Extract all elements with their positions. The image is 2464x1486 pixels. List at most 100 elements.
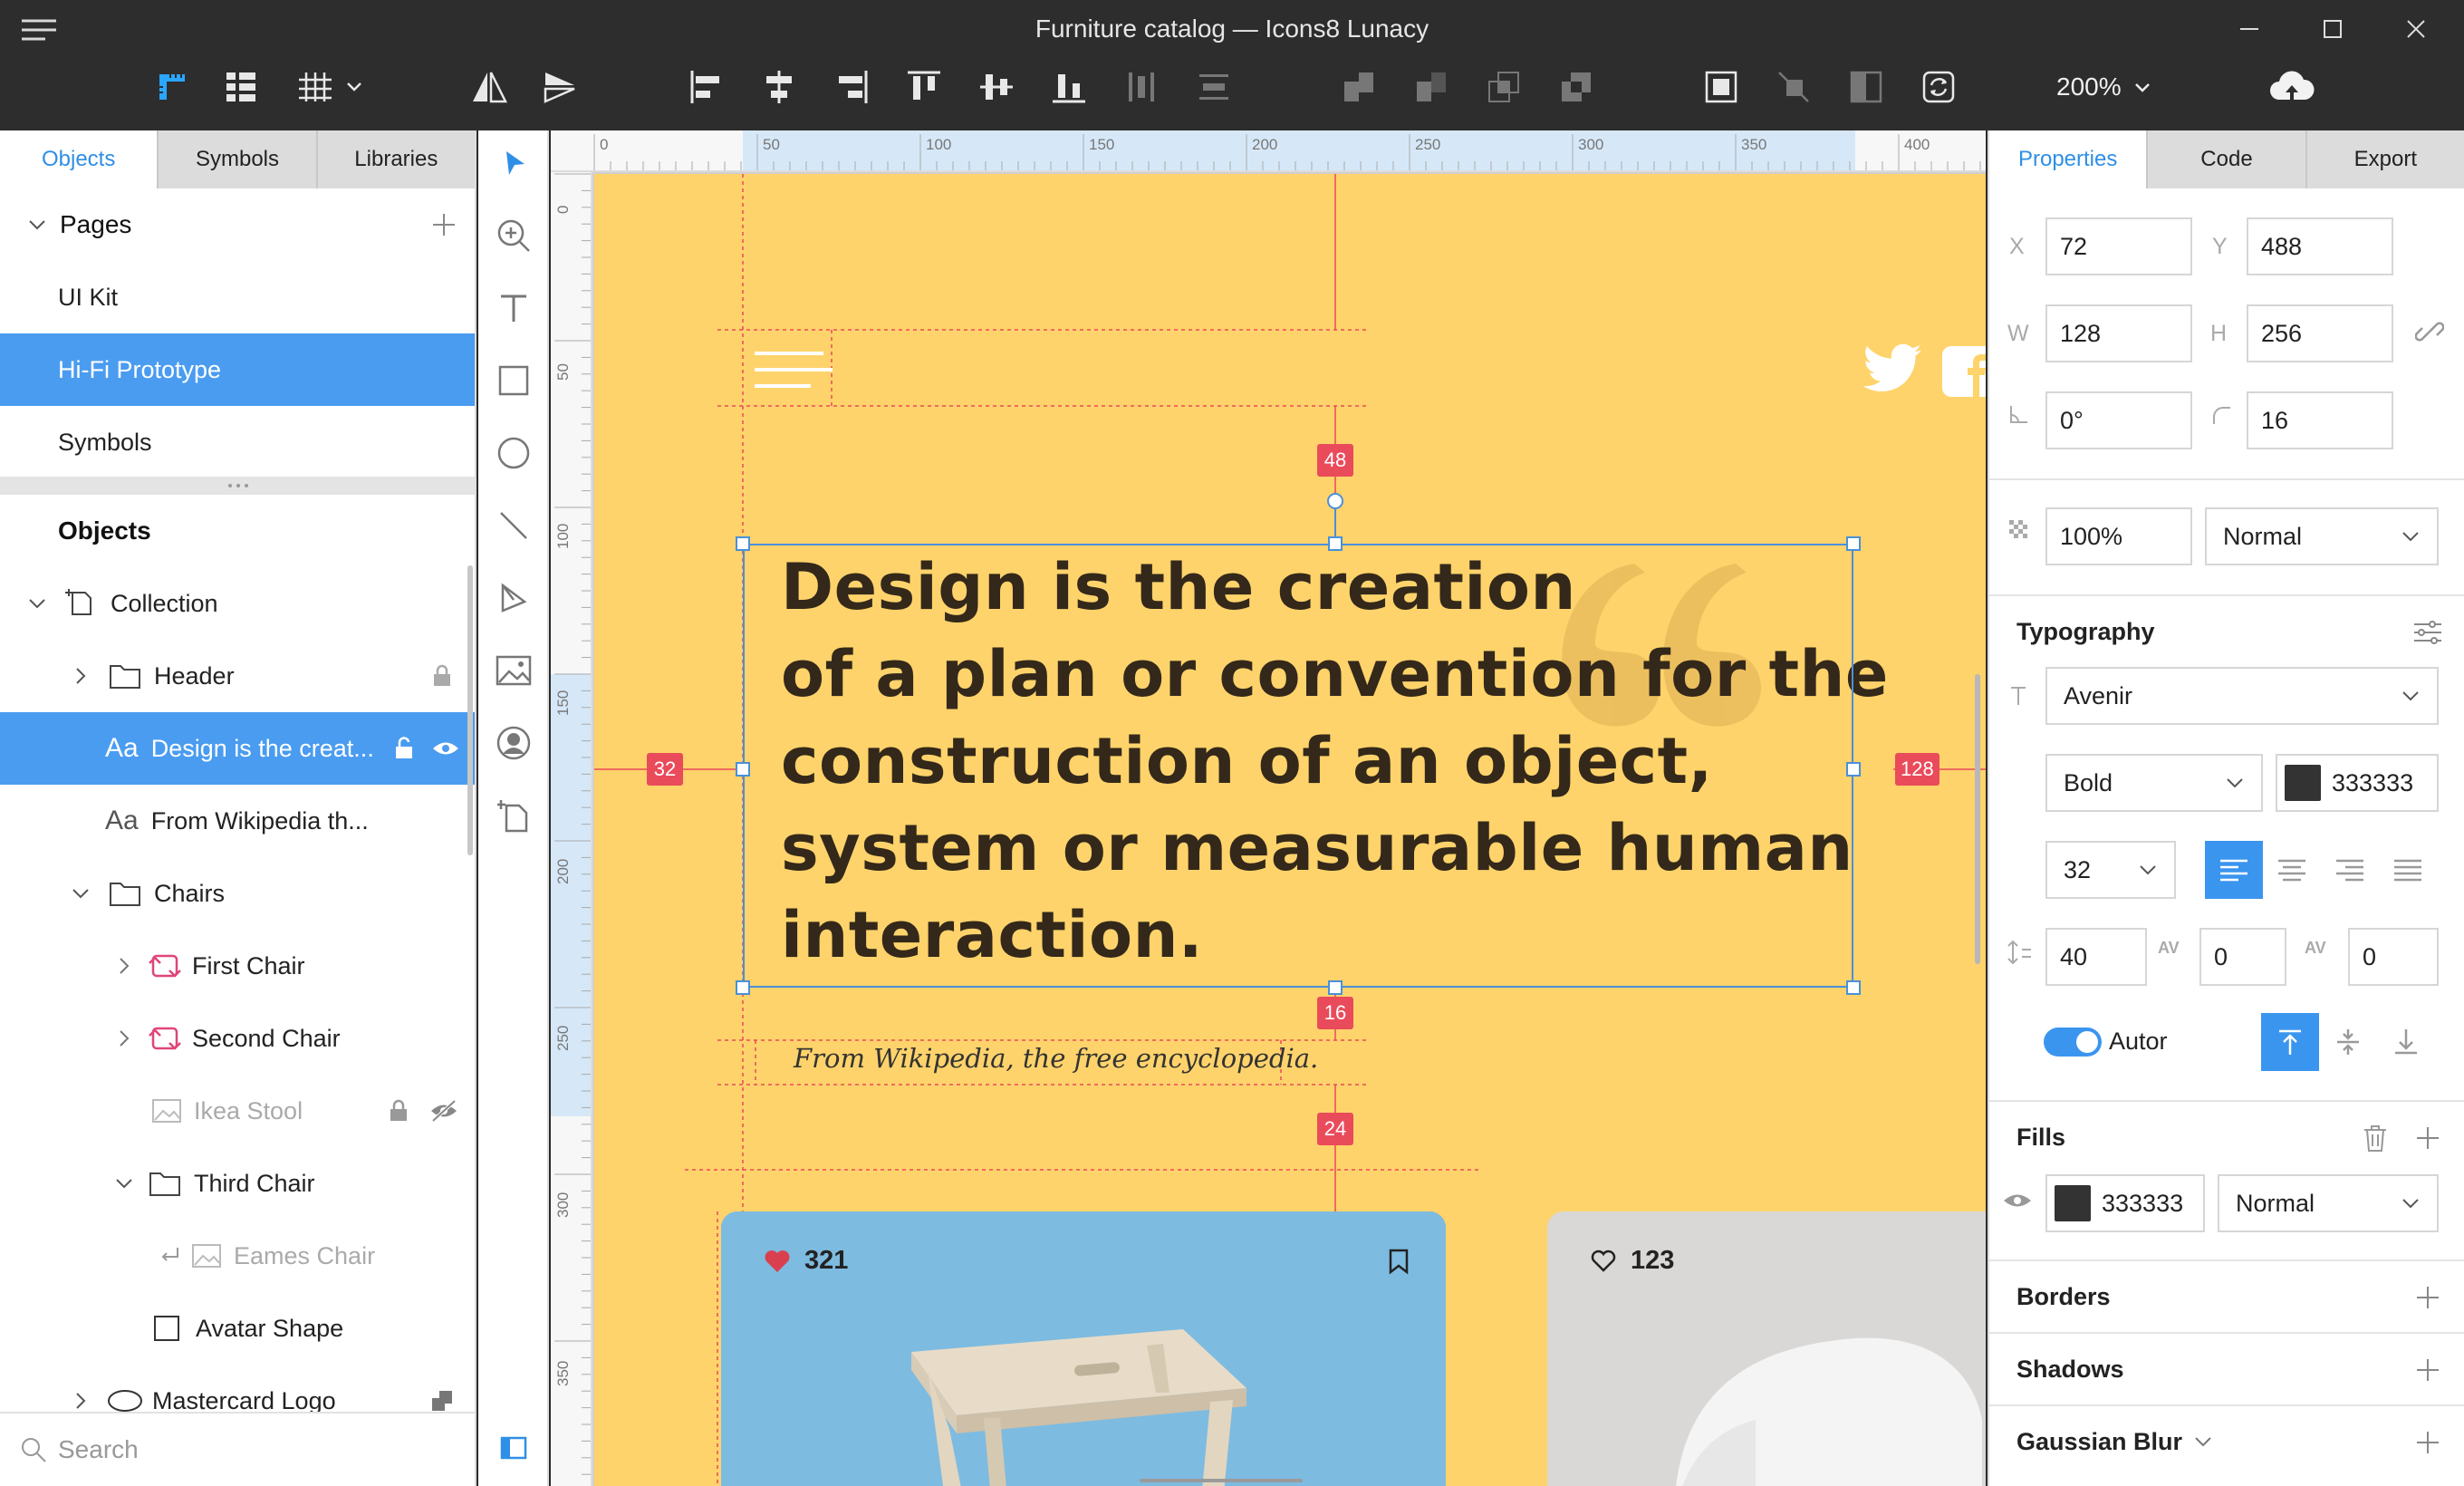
avatar-tool-icon[interactable] (486, 716, 541, 770)
tab-code[interactable]: Code (2148, 130, 2307, 188)
rectangle-tool-icon[interactable] (486, 353, 541, 408)
resize-handle-r[interactable] (1846, 762, 1861, 777)
add-page-icon[interactable] (428, 208, 460, 241)
y-field[interactable]: 488 (2247, 217, 2393, 275)
layout-grid-icon[interactable] (214, 62, 268, 112)
tab-properties[interactable]: Properties (1989, 130, 2149, 188)
corner-radius-field[interactable]: 16 (2247, 391, 2393, 449)
tab-export[interactable]: Export (2307, 130, 2464, 188)
cloud-upload-icon[interactable] (2265, 62, 2319, 112)
align-bottom-icon[interactable] (1042, 62, 1096, 112)
ruler-icon[interactable] (145, 62, 199, 112)
layers-scrollbar[interactable] (467, 565, 473, 855)
fill-blend-dropdown[interactable]: Normal (2218, 1174, 2439, 1232)
unlock-icon[interactable] (388, 732, 420, 765)
lock-icon[interactable] (382, 1095, 415, 1127)
resize-handle-tl[interactable] (736, 536, 750, 551)
flip-vertical-icon[interactable] (533, 62, 587, 112)
layer-first-chair[interactable]: First Chair (0, 930, 475, 1002)
select-arrow-icon[interactable] (486, 136, 541, 190)
rotation-handle[interactable] (1327, 493, 1343, 509)
artboard-menu-icon[interactable] (751, 344, 833, 399)
resize-handle-bl[interactable] (736, 980, 750, 995)
resize-handle-tr[interactable] (1846, 536, 1861, 551)
text-align-left-button[interactable] (2205, 841, 2263, 899)
font-size-dropdown[interactable]: 32 (2045, 841, 2176, 899)
grid-dropdown-icon[interactable] (288, 62, 375, 112)
distribute-horizontal-icon[interactable] (1114, 62, 1169, 112)
artboard[interactable]: Design is the creation of a plan or conv… (594, 174, 1986, 1486)
text-tool-icon[interactable] (486, 281, 541, 335)
text-settings-icon[interactable] (2411, 616, 2444, 649)
add-fill-icon[interactable] (2411, 1122, 2444, 1154)
tab-objects[interactable]: Objects (0, 130, 159, 188)
layer-avatar-shape[interactable]: Avatar Shape (0, 1292, 475, 1365)
shadows-section[interactable]: Shadows (1989, 1332, 2464, 1404)
paragraph-spacing-field[interactable]: 0 (2348, 928, 2439, 986)
ruler-top[interactable]: 0 50 100 150 200 250 300 350 400 (551, 130, 1986, 172)
trash-icon[interactable] (2359, 1122, 2392, 1154)
opacity-field[interactable]: 100% (2045, 507, 2192, 565)
text-color-swatch[interactable] (2285, 765, 2321, 801)
canvas[interactable]: 0 50 100 150 200 250 300 350 400 0 50 10… (551, 130, 1986, 1486)
zoom-dropdown[interactable]: 200% (2056, 67, 2152, 107)
sync-icon[interactable] (1911, 62, 1966, 112)
canvas-vertical-scrollbar[interactable] (1975, 674, 1980, 964)
layer-collection[interactable]: Collection (0, 567, 475, 640)
page-symbols[interactable]: Symbols (0, 406, 475, 478)
add-border-icon[interactable] (2411, 1281, 2444, 1314)
font-weight-dropdown[interactable]: Bold (2045, 754, 2263, 812)
add-shadow-icon[interactable] (2411, 1354, 2444, 1386)
heart-filled-icon[interactable] (763, 1249, 792, 1274)
text-align-center-button[interactable] (2263, 841, 2321, 899)
char-spacing-field[interactable]: 0 (2199, 928, 2286, 986)
boolean-subtract-icon[interactable] (1404, 62, 1458, 112)
text-align-justify-button[interactable] (2379, 841, 2437, 899)
pages-header[interactable]: Pages (0, 188, 475, 261)
pen-tool-icon[interactable] (486, 571, 541, 625)
maximize-icon[interactable] (2292, 7, 2373, 51)
font-family-dropdown[interactable]: Avenir (2045, 667, 2439, 725)
product-card-stool[interactable]: 321 (721, 1211, 1446, 1486)
line-tool-icon[interactable] (486, 498, 541, 553)
chevron-down-icon[interactable] (24, 590, 51, 617)
image-tool-icon[interactable] (486, 643, 541, 698)
zoom-tool-icon[interactable] (486, 208, 541, 263)
distribute-vertical-icon[interactable] (1187, 62, 1241, 112)
resize-handle-b[interactable] (1328, 980, 1343, 995)
lock-icon[interactable] (426, 660, 458, 692)
ellipse-tool-icon[interactable] (486, 426, 541, 480)
align-right-icon[interactable] (824, 62, 879, 112)
chevron-right-icon[interactable] (111, 1025, 138, 1052)
facebook-icon[interactable] (1942, 346, 1986, 397)
wikipedia-caption[interactable]: From Wikipedia, the free encyclopedia. (794, 1043, 1318, 1074)
chevron-down-icon[interactable] (67, 880, 94, 907)
page-hi-fi-prototype[interactable]: Hi-Fi Prototype (0, 333, 475, 406)
borders-section[interactable]: Borders (1989, 1259, 2464, 1332)
twitter-icon[interactable] (1861, 343, 1924, 397)
width-field[interactable]: 128 (2045, 304, 2192, 362)
align-top-icon[interactable] (897, 62, 951, 112)
rotation-field[interactable]: 0° (2045, 391, 2192, 449)
frame-icon[interactable] (1694, 62, 1748, 112)
layer-ikea-stool[interactable]: Ikea Stool (0, 1075, 475, 1147)
line-height-field[interactable]: 40 (2045, 928, 2147, 986)
align-left-icon[interactable] (679, 62, 734, 112)
selection-box[interactable] (743, 544, 1853, 988)
vertical-align-middle-button[interactable] (2319, 1013, 2377, 1071)
layer-chairs[interactable]: Chairs (0, 857, 475, 930)
mask-icon[interactable] (1766, 62, 1821, 112)
tab-symbols[interactable]: Symbols (159, 130, 318, 188)
text-align-right-button[interactable] (2321, 841, 2379, 899)
opacity-mask-icon[interactable] (1839, 62, 1893, 112)
layer-second-chair[interactable]: Second Chair (0, 1002, 475, 1075)
page-ui-kit[interactable]: UI Kit (0, 261, 475, 333)
search-input[interactable] (58, 1435, 457, 1464)
layer-header[interactable]: Header (0, 640, 475, 712)
link-proportions-icon[interactable] (2415, 317, 2444, 346)
align-center-horizontal-icon[interactable] (752, 62, 806, 112)
vertical-align-bottom-button[interactable] (2377, 1013, 2435, 1071)
flip-horizontal-icon[interactable] (462, 62, 516, 112)
blend-mode-dropdown[interactable]: Normal (2205, 507, 2439, 565)
close-icon[interactable] (2375, 7, 2457, 51)
